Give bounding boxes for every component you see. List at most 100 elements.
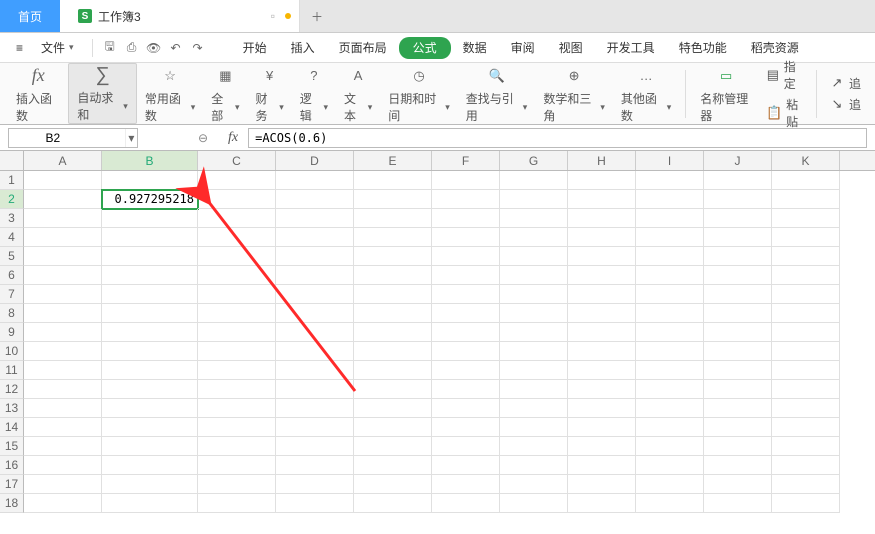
name-box-input[interactable] <box>9 129 125 147</box>
cell-D18[interactable] <box>276 494 354 513</box>
cell-E10[interactable] <box>354 342 432 361</box>
cell-I7[interactable] <box>636 285 704 304</box>
cell-H3[interactable] <box>568 209 636 228</box>
other-functions-button[interactable]: … 其他函数▾ <box>613 63 679 124</box>
paste-button[interactable]: 📋粘贴 <box>766 96 804 130</box>
cell-B16[interactable] <box>102 456 198 475</box>
cell-A8[interactable] <box>24 304 102 323</box>
tab-insert[interactable]: 插入 <box>279 33 327 62</box>
cell-G4[interactable] <box>500 228 568 247</box>
cell-B3[interactable] <box>102 209 198 228</box>
cell-E7[interactable] <box>354 285 432 304</box>
cell-J17[interactable] <box>704 475 772 494</box>
cell-B10[interactable] <box>102 342 198 361</box>
cell-H17[interactable] <box>568 475 636 494</box>
cell-J18[interactable] <box>704 494 772 513</box>
row-header-6[interactable]: 6 <box>0 266 24 285</box>
cell-F9[interactable] <box>432 323 500 342</box>
row-header-14[interactable]: 14 <box>0 418 24 437</box>
cell-B12[interactable] <box>102 380 198 399</box>
tab-data[interactable]: 数据 <box>451 33 499 62</box>
cell-J3[interactable] <box>704 209 772 228</box>
cell-A2[interactable] <box>24 190 102 209</box>
row-header-17[interactable]: 17 <box>0 475 24 494</box>
cell-D15[interactable] <box>276 437 354 456</box>
cell-B4[interactable] <box>102 228 198 247</box>
cell-H15[interactable] <box>568 437 636 456</box>
tab-layout[interactable]: 页面布局 <box>327 33 399 62</box>
tab-add-button[interactable]: ＋ <box>300 0 334 32</box>
cell-E6[interactable] <box>354 266 432 285</box>
cell-I12[interactable] <box>636 380 704 399</box>
cell-G14[interactable] <box>500 418 568 437</box>
cell-D4[interactable] <box>276 228 354 247</box>
cell-K7[interactable] <box>772 285 840 304</box>
all-functions-button[interactable]: ▦ 全部▾ <box>203 63 247 124</box>
finance-functions-button[interactable]: ¥ 财务▾ <box>248 63 292 124</box>
cell-C12[interactable] <box>198 380 276 399</box>
cell-D11[interactable] <box>276 361 354 380</box>
cell-I4[interactable] <box>636 228 704 247</box>
redo-icon[interactable]: ↷ <box>187 37 209 59</box>
tab-dev[interactable]: 开发工具 <box>595 33 667 62</box>
row-header-8[interactable]: 8 <box>0 304 24 323</box>
cell-F8[interactable] <box>432 304 500 323</box>
save-icon[interactable]: 🖫 <box>99 37 121 59</box>
cell-G1[interactable] <box>500 171 568 190</box>
undo-icon[interactable]: ↶ <box>165 37 187 59</box>
cell-G9[interactable] <box>500 323 568 342</box>
cell-C9[interactable] <box>198 323 276 342</box>
assign-button[interactable]: ▤指定 <box>766 58 804 92</box>
cell-I10[interactable] <box>636 342 704 361</box>
restore-icon[interactable]: ▫ <box>271 9 275 23</box>
cell-B14[interactable] <box>102 418 198 437</box>
cell-C13[interactable] <box>198 399 276 418</box>
cell-H18[interactable] <box>568 494 636 513</box>
column-header-B[interactable]: B <box>102 151 198 170</box>
column-header-H[interactable]: H <box>568 151 636 170</box>
cell-G5[interactable] <box>500 247 568 266</box>
cell-G16[interactable] <box>500 456 568 475</box>
tab-document[interactable]: S 工作簿3 ▫ <box>60 0 300 32</box>
column-header-K[interactable]: K <box>772 151 840 170</box>
cell-F6[interactable] <box>432 266 500 285</box>
cell-D17[interactable] <box>276 475 354 494</box>
cell-F2[interactable] <box>432 190 500 209</box>
cell-J10[interactable] <box>704 342 772 361</box>
cell-I2[interactable] <box>636 190 704 209</box>
cell-H5[interactable] <box>568 247 636 266</box>
cell-K5[interactable] <box>772 247 840 266</box>
cell-H14[interactable] <box>568 418 636 437</box>
cell-E2[interactable] <box>354 190 432 209</box>
cell-D7[interactable] <box>276 285 354 304</box>
cell-K17[interactable] <box>772 475 840 494</box>
cell-B15[interactable] <box>102 437 198 456</box>
cell-F4[interactable] <box>432 228 500 247</box>
row-header-10[interactable]: 10 <box>0 342 24 361</box>
cell-I17[interactable] <box>636 475 704 494</box>
column-header-J[interactable]: J <box>704 151 772 170</box>
cell-F15[interactable] <box>432 437 500 456</box>
cell-H4[interactable] <box>568 228 636 247</box>
cell-B8[interactable] <box>102 304 198 323</box>
cell-G3[interactable] <box>500 209 568 228</box>
cell-A14[interactable] <box>24 418 102 437</box>
cell-G8[interactable] <box>500 304 568 323</box>
row-header-1[interactable]: 1 <box>0 171 24 190</box>
cell-A15[interactable] <box>24 437 102 456</box>
text-functions-button[interactable]: A 文本▾ <box>336 63 380 124</box>
cell-I1[interactable] <box>636 171 704 190</box>
column-header-G[interactable]: G <box>500 151 568 170</box>
cell-E18[interactable] <box>354 494 432 513</box>
cell-D13[interactable] <box>276 399 354 418</box>
column-header-D[interactable]: D <box>276 151 354 170</box>
cell-C15[interactable] <box>198 437 276 456</box>
cell-I14[interactable] <box>636 418 704 437</box>
cell-A11[interactable] <box>24 361 102 380</box>
row-header-5[interactable]: 5 <box>0 247 24 266</box>
cell-H13[interactable] <box>568 399 636 418</box>
datetime-functions-button[interactable]: ◷ 日期和时间▾ <box>380 63 458 124</box>
trace-button-2[interactable]: ↘追 <box>829 96 861 113</box>
math-trig-functions-button[interactable]: ⊕ 数学和三角▾ <box>535 63 613 124</box>
cell-H12[interactable] <box>568 380 636 399</box>
